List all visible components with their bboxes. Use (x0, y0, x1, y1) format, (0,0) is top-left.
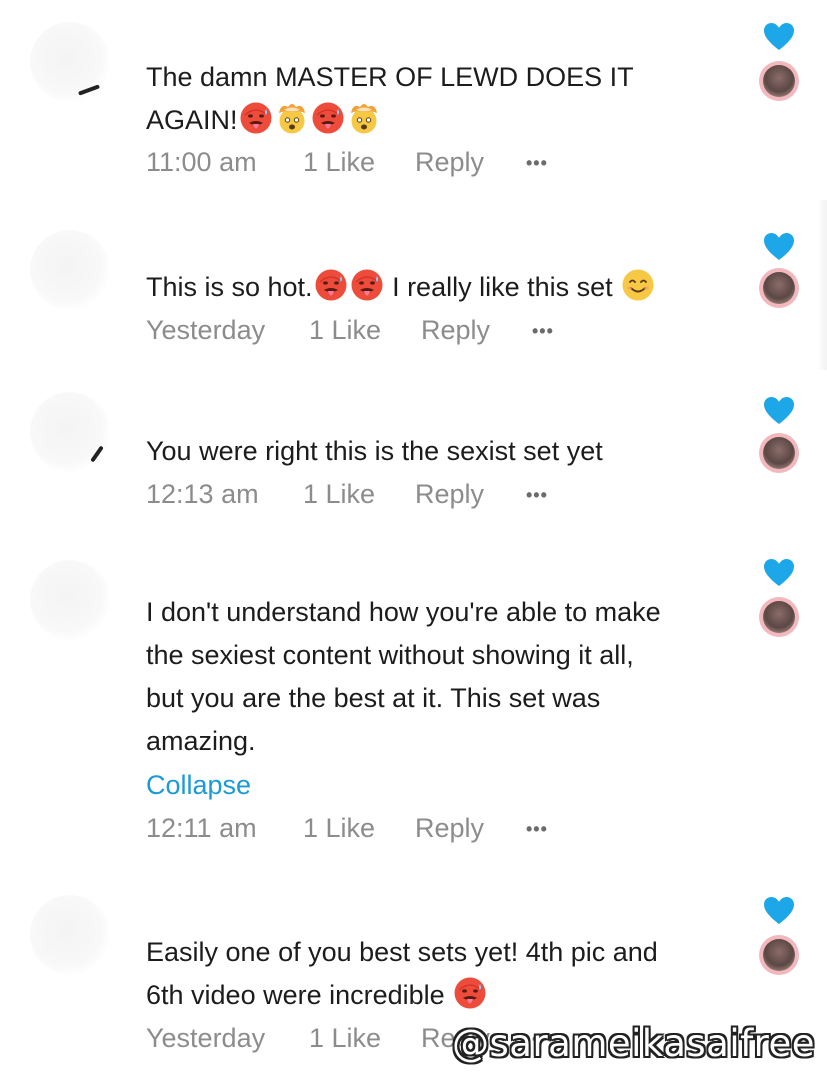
reply-button[interactable]: Reply (415, 479, 484, 510)
reply-button[interactable]: Reply (415, 813, 484, 844)
collapse-link[interactable]: Collapse (146, 770, 251, 801)
comment-line-text: AGAIN! (146, 105, 238, 135)
commenter-avatar[interactable] (30, 895, 110, 975)
comment-line: This is so hot. I really like this set (146, 266, 656, 309)
commenter-avatar[interactable] (30, 230, 110, 310)
reply-button[interactable]: Reply (421, 315, 490, 346)
comment-line: AGAIN! (146, 99, 634, 142)
heart-icon[interactable] (763, 396, 795, 426)
comment-line: I don't understand how you're able to ma… (146, 597, 661, 627)
comment-line: the sexiest content without showing it a… (146, 640, 634, 670)
comment-timestamp: Yesterday (146, 1023, 266, 1053)
smiling-face-emoji-icon (621, 268, 655, 302)
commenter-username[interactable] (148, 902, 153, 923)
watermark-text: @sarameikasaifree (452, 1022, 816, 1065)
exploding-head-emoji-icon (275, 101, 309, 135)
comment-line: You were right this is the sexist set ye… (146, 436, 603, 466)
comment-timestamp: Yesterday (146, 315, 266, 345)
like-count-button[interactable]: 1 Like (303, 813, 375, 844)
comment-line: Easily one of you best sets yet! 4th pic… (146, 937, 658, 967)
commenter-username[interactable] (148, 236, 153, 257)
like-count-button[interactable]: 1 Like (309, 315, 381, 346)
hot-face-emoji-icon (350, 268, 384, 302)
comment-line: The damn MASTER OF LEWD DOES IT (146, 62, 634, 92)
exploding-head-emoji-icon (347, 101, 381, 135)
comment-line-text: I really like this set (384, 272, 621, 302)
creator-avatar-icon (759, 597, 799, 637)
comment-timestamp: 12:13 am (146, 479, 259, 509)
comment-timestamp: 12:11 am (146, 813, 257, 843)
creator-avatar-icon (759, 268, 799, 308)
comment-line: but you are the best at it. This set was (146, 683, 601, 713)
hot-face-emoji-icon (311, 101, 345, 135)
heart-icon[interactable] (763, 896, 795, 926)
commenter-avatar[interactable] (30, 22, 110, 102)
creator-avatar-icon (759, 433, 799, 473)
comment-text: The damn MASTER OF LEWD DOES IT AGAIN! (146, 56, 634, 142)
like-count-button[interactable]: 1 Like (309, 1023, 381, 1054)
comment-line: 6th video were incredible (146, 974, 658, 1017)
commenter-username[interactable] (148, 400, 153, 421)
hot-face-emoji-icon (314, 268, 348, 302)
like-count-button[interactable]: 1 Like (303, 147, 375, 178)
commenter-avatar[interactable] (30, 392, 110, 472)
comment-line: amazing. (146, 726, 256, 756)
commenter-username[interactable] (148, 566, 153, 587)
commenter-avatar[interactable] (30, 560, 110, 640)
more-options-icon[interactable]: ••• (526, 819, 548, 840)
comment-text: I don't understand how you're able to ma… (146, 591, 661, 763)
more-options-icon[interactable]: ••• (526, 153, 548, 174)
comment-line-text: 6th video were incredible (146, 980, 445, 1010)
creator-avatar-icon (759, 61, 799, 101)
more-options-icon[interactable]: ••• (532, 321, 554, 342)
comment-text: You were right this is the sexist set ye… (146, 430, 603, 473)
hot-face-emoji-icon (453, 976, 487, 1010)
scroll-edge (818, 200, 827, 370)
comment-text: Easily one of you best sets yet! 4th pic… (146, 931, 658, 1017)
like-count-button[interactable]: 1 Like (303, 479, 375, 510)
comment-timestamp: 11:00 am (146, 147, 257, 177)
heart-icon[interactable] (763, 558, 795, 588)
comment-text: This is so hot. I really like this set (146, 266, 656, 309)
creator-avatar-icon (759, 935, 799, 975)
heart-icon[interactable] (763, 232, 795, 262)
commenter-username[interactable] (148, 26, 153, 47)
heart-icon[interactable] (763, 22, 795, 52)
more-options-icon[interactable]: ••• (526, 485, 548, 506)
comment-line-text: This is so hot. (146, 272, 313, 302)
hot-face-emoji-icon (239, 101, 273, 135)
reply-button[interactable]: Reply (415, 147, 484, 178)
